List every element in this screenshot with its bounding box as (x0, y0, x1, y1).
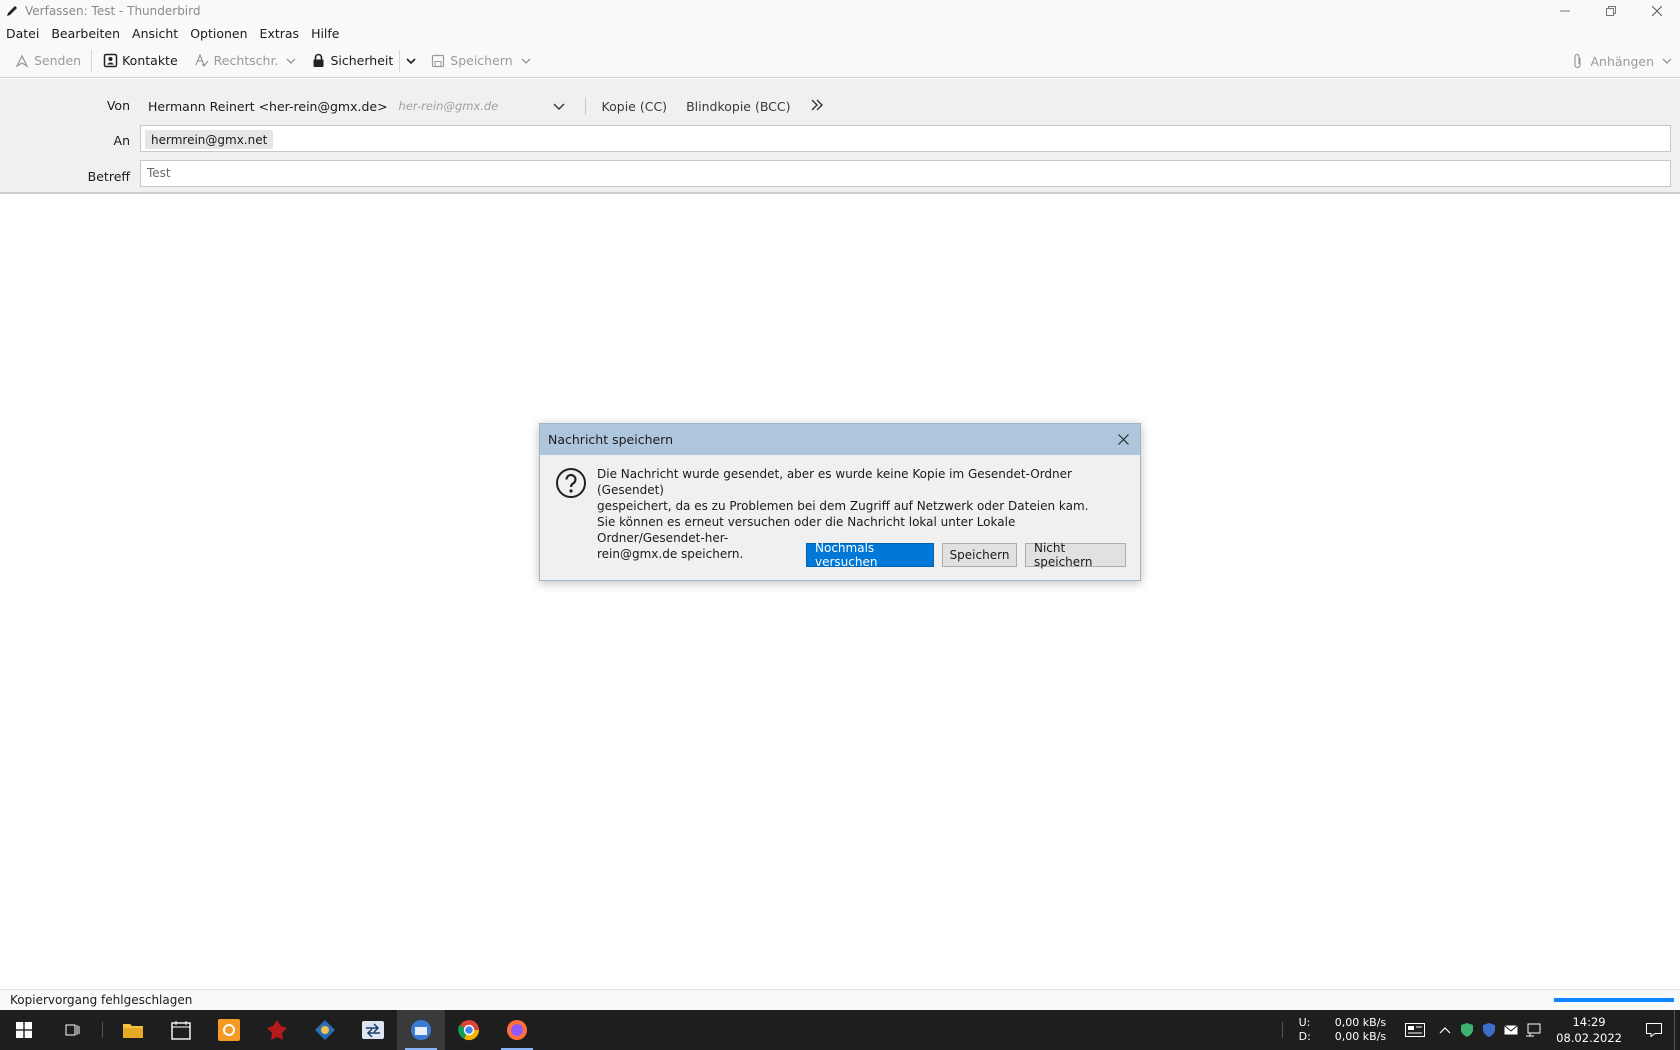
task-view-icon[interactable] (48, 1010, 96, 1050)
subject-field[interactable]: Test (140, 160, 1671, 187)
network-icon[interactable] (1522, 1010, 1544, 1050)
spelling-dropdown-icon[interactable] (282, 48, 300, 74)
calendar-app-icon[interactable] (157, 1010, 205, 1050)
menubar: Datei Bearbeiten Ansicht Optionen Extras… (0, 22, 1680, 44)
file-explorer-icon[interactable] (109, 1010, 157, 1050)
save-button[interactable]: Speichern (426, 48, 516, 74)
from-label: Von (106, 98, 130, 113)
more-fields-icon[interactable] (810, 99, 824, 114)
clock[interactable]: 14:29 08.02.2022 (1556, 1014, 1622, 1046)
system-tray: U: D: 0,00 kB/s 0,00 kB/s 14:29 08.02.20… (1281, 1010, 1680, 1050)
dialog-close-button[interactable] (1112, 428, 1134, 450)
pen-icon (4, 3, 20, 19)
lock-icon (310, 53, 326, 69)
chevron-up-icon[interactable] (1434, 1010, 1456, 1050)
send-icon (14, 53, 30, 69)
menu-datei[interactable]: Datei (6, 26, 39, 41)
game-app-icon[interactable] (253, 1010, 301, 1050)
window-title: Verfassen: Test - Thunderbird (25, 4, 201, 18)
from-address-hint: her-rein@gmx.de (398, 99, 499, 113)
minimize-button[interactable] (1542, 0, 1588, 22)
restore-button[interactable] (1588, 0, 1634, 22)
status-text: Kopiervorgang fehlgeschlagen (10, 993, 193, 1007)
save-message-dialog: Nachricht speichern Die Nachricht wurde … (539, 423, 1141, 581)
bcc-button[interactable]: Blindkopie (BCC) (686, 99, 790, 114)
question-icon (555, 467, 587, 499)
shield-app-icon[interactable] (301, 1010, 349, 1050)
chrome-icon[interactable] (445, 1010, 493, 1050)
attach-dropdown-icon[interactable] (1658, 48, 1676, 74)
statusbar: Kopiervorgang fehlgeschlagen (0, 989, 1680, 1010)
save-icon (430, 53, 446, 69)
compose-toolbar: Senden Kontakte Rechtschr. Sicherheit Sp… (0, 44, 1680, 78)
network-speed-values: 0,00 kB/s 0,00 kB/s (1334, 1016, 1387, 1043)
spelling-button[interactable]: Rechtschr. (190, 48, 283, 74)
menu-ansicht[interactable]: Ansicht (132, 26, 178, 41)
defender-icon[interactable] (1456, 1010, 1478, 1050)
menu-bearbeiten[interactable]: Bearbeiten (51, 26, 120, 41)
office-app-icon[interactable] (205, 1010, 253, 1050)
security-shield-icon[interactable] (1478, 1010, 1500, 1050)
send-button[interactable]: Senden (10, 48, 85, 74)
mail-icon[interactable] (1500, 1010, 1522, 1050)
transfer-app-icon[interactable] (349, 1010, 397, 1050)
thunderbird-icon[interactable] (397, 1010, 445, 1050)
clock-time: 14:29 (1572, 1015, 1606, 1029)
start-button[interactable] (0, 1010, 48, 1050)
save-dropdown-icon[interactable] (517, 48, 535, 74)
network-speed-labels: U: D: (1298, 1016, 1311, 1043)
save-local-button[interactable]: Speichern (942, 543, 1017, 567)
paperclip-icon (1570, 53, 1586, 69)
to-label: An (113, 133, 130, 148)
security-dropdown-icon[interactable] (402, 48, 420, 74)
menu-hilfe[interactable]: Hilfe (311, 26, 339, 41)
dialog-title: Nachricht speichern (540, 424, 1140, 455)
from-identity-select[interactable]: Hermann Reinert <her-rein@gmx.de> (148, 99, 388, 114)
clock-date: 08.02.2022 (1556, 1031, 1622, 1045)
security-button[interactable]: Sicherheit (306, 48, 397, 74)
chevron-down-icon[interactable] (549, 103, 569, 110)
compose-header: Von Hermann Reinert <her-rein@gmx.de> he… (0, 79, 1680, 194)
status-progress-bar (1554, 998, 1674, 1002)
windows-taskbar: U: D: 0,00 kB/s 0,00 kB/s 14:29 08.02.20… (0, 1010, 1680, 1050)
address-book-icon (102, 53, 118, 69)
dont-save-button[interactable]: Nicht speichern (1025, 541, 1126, 569)
subject-value: Test (147, 166, 171, 180)
menu-extras[interactable]: Extras (260, 26, 300, 41)
subject-label: Betreff (87, 169, 130, 184)
attach-button[interactable]: Anhängen (1566, 48, 1658, 74)
news-icon[interactable] (1404, 1010, 1426, 1050)
notification-icon[interactable] (1634, 1010, 1674, 1050)
contacts-button[interactable]: Kontakte (98, 48, 182, 74)
menu-optionen[interactable]: Optionen (190, 26, 247, 41)
close-window-button[interactable] (1634, 0, 1680, 22)
to-field[interactable]: hermrein@gmx.net (140, 125, 1671, 152)
recipient-pill[interactable]: hermrein@gmx.net (145, 130, 274, 149)
message-body[interactable] (0, 196, 1680, 988)
cc-button[interactable]: Kopie (CC) (602, 99, 668, 114)
from-row: Hermann Reinert <her-rein@gmx.de> her-re… (148, 95, 824, 117)
window-titlebar: Verfassen: Test - Thunderbird (0, 0, 1680, 22)
retry-button[interactable]: Nochmals versuchen (806, 541, 934, 569)
spellcheck-icon (194, 53, 210, 69)
firefox-icon[interactable] (493, 1010, 541, 1050)
